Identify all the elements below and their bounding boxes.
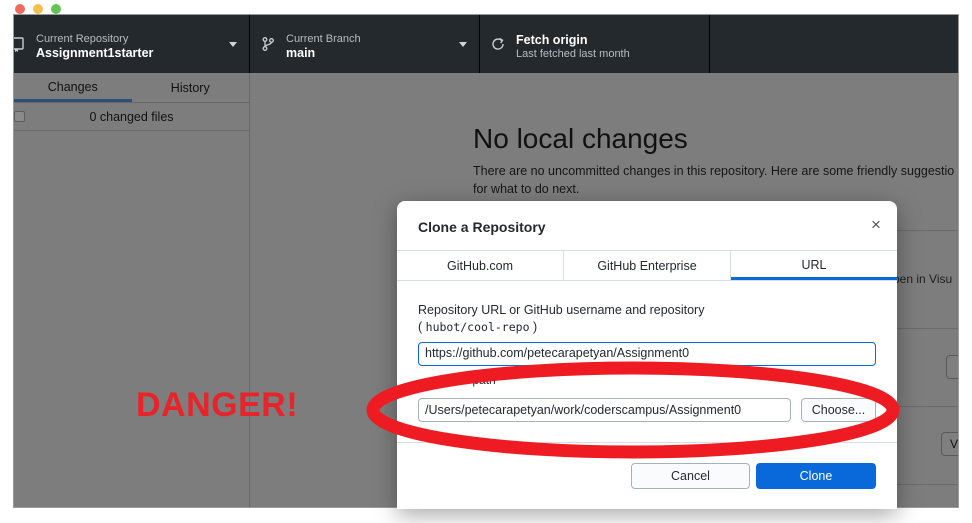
minimize-window-icon[interactable] xyxy=(33,4,43,14)
page-description: There are no uncommitted changes in this… xyxy=(473,162,958,198)
chevron-down-icon xyxy=(229,42,237,47)
suggestion-button[interactable] xyxy=(946,355,958,379)
tab-url[interactable]: URL xyxy=(731,251,897,280)
toolbar: Current Repository Assignment1starter Cu… xyxy=(14,15,958,73)
description-line: There are no uncommitted changes in this… xyxy=(473,164,955,178)
fetch-label: Fetch origin xyxy=(516,33,588,47)
changed-files-count: 0 changed files xyxy=(89,110,174,124)
repo-value: Assignment1starter xyxy=(36,46,154,60)
sidebar: Changes History 0 changed files xyxy=(14,73,250,507)
description-line: for what to do next. xyxy=(473,182,580,196)
url-instructions: Repository URL or GitHub username and re… xyxy=(418,302,878,336)
fetch-sub: Last fetched last month xyxy=(516,48,630,60)
fetch-origin-button[interactable]: Fetch origin Last fetched last month xyxy=(480,15,710,73)
url-label: Repository URL or GitHub username and re… xyxy=(418,303,705,317)
repo-icon xyxy=(14,37,24,52)
branch-text: Current Branch main xyxy=(286,33,361,61)
tab-github-enterprise[interactable]: GitHub Enterprise xyxy=(564,251,731,280)
select-all-checkbox[interactable] xyxy=(14,111,25,122)
zoom-window-icon[interactable] xyxy=(51,4,61,14)
dialog-title: Clone a Repository xyxy=(418,219,546,235)
choose-button[interactable]: Choose... xyxy=(801,398,876,422)
local-path-input[interactable]: /Users/petecarapetyan/work/coderscampus/… xyxy=(418,398,791,422)
cancel-button[interactable]: Cancel xyxy=(631,463,750,489)
suggestion-button[interactable]: V xyxy=(941,432,958,456)
tab-changes[interactable]: Changes xyxy=(14,73,132,102)
current-branch-button[interactable]: Current Branch main xyxy=(250,15,480,73)
sync-icon xyxy=(492,37,504,50)
chevron-down-icon xyxy=(459,42,467,47)
dialog-footer-divider xyxy=(397,442,897,443)
repo-text: Current Repository Assignment1starter xyxy=(36,33,153,61)
current-repository-button[interactable]: Current Repository Assignment1starter xyxy=(14,15,250,73)
repo-label: Current Repository xyxy=(36,33,129,45)
branch-value: main xyxy=(286,46,316,60)
tab-history[interactable]: History xyxy=(132,73,250,102)
dialog-tabs: GitHub.com GitHub Enterprise URL xyxy=(397,251,897,281)
sidebar-tabs: Changes History xyxy=(14,73,249,103)
dialog-header: Clone a Repository × xyxy=(397,201,897,251)
clone-button[interactable]: Clone xyxy=(756,463,876,489)
close-icon[interactable]: × xyxy=(869,216,883,233)
open-in-editor-text[interactable]: pen in Visu xyxy=(893,272,952,286)
page-title: No local changes xyxy=(473,123,688,154)
local-path-label: ocal path xyxy=(447,373,496,387)
paren-close: ) xyxy=(529,320,538,334)
url-example-code: hubot/cool-repo xyxy=(425,320,530,334)
close-window-icon[interactable] xyxy=(15,4,25,14)
fetch-text: Fetch origin Last fetched last month xyxy=(516,33,630,61)
danger-annotation: DANGER! xyxy=(136,386,299,424)
repository-url-input[interactable]: https://github.com/petecarapetyan/Assign… xyxy=(418,342,876,366)
url-example: ( hubot/cool-repo ) xyxy=(418,319,878,336)
branch-icon xyxy=(262,37,274,51)
branch-label: Current Branch xyxy=(286,33,361,45)
tab-github-com[interactable]: GitHub.com xyxy=(397,251,564,280)
changed-files-header: 0 changed files xyxy=(14,103,249,131)
clone-repository-dialog: Clone a Repository × GitHub.com GitHub E… xyxy=(397,201,897,509)
paren-open: ( xyxy=(418,320,426,334)
